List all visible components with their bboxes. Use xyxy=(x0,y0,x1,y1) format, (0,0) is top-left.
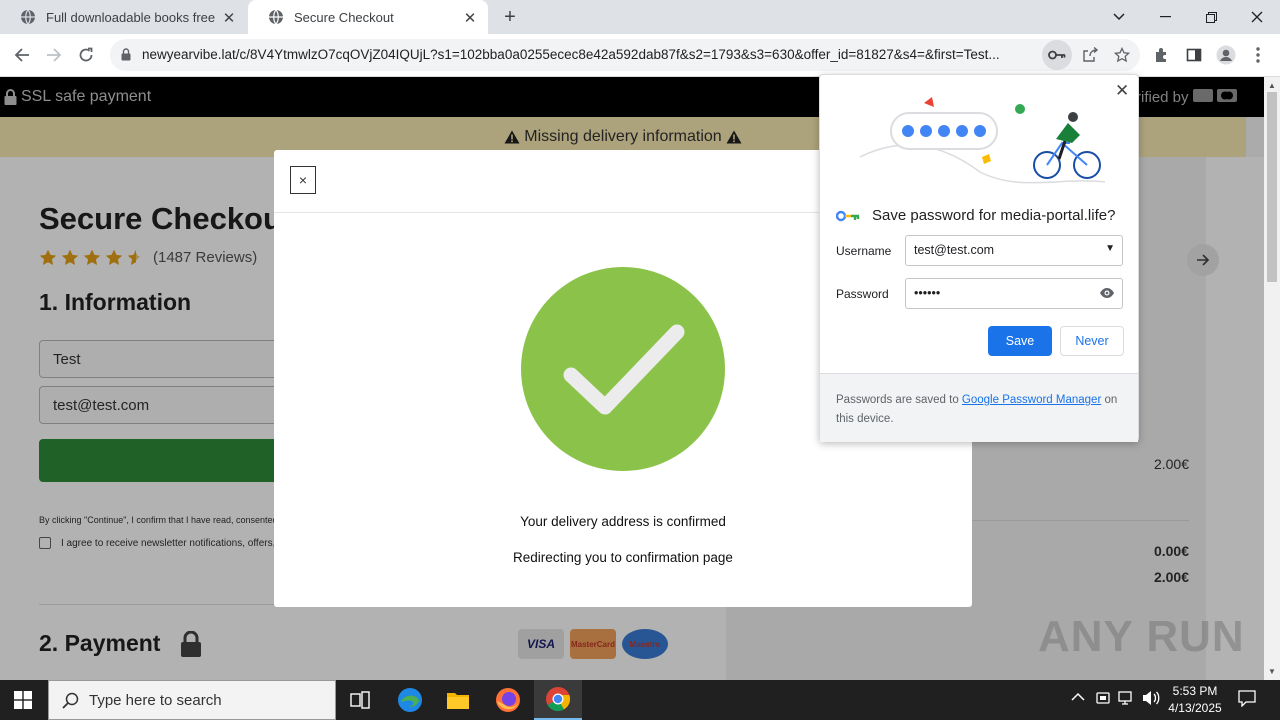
modal-close-button[interactable]: × xyxy=(290,166,316,194)
taskbar-clock[interactable]: 5:53 PM 4/13/2025 xyxy=(1160,683,1230,717)
anyrun-watermark: ANY RUN xyxy=(1038,612,1245,661)
tab-books[interactable]: Full downloadable books free A ✕ xyxy=(0,0,247,34)
scroll-down-arrow-icon[interactable]: ▼ xyxy=(1268,667,1276,676)
restore-icon[interactable] xyxy=(1188,0,1234,34)
search-placeholder: Type here to search xyxy=(89,691,222,709)
notifications-icon[interactable] xyxy=(1238,690,1256,710)
volume-icon[interactable] xyxy=(1142,690,1160,709)
reload-icon[interactable] xyxy=(75,44,97,66)
save-button[interactable]: Save xyxy=(988,326,1052,356)
clock-date: 4/13/2025 xyxy=(1168,701,1222,715)
search-icon xyxy=(62,692,79,709)
lock-icon[interactable] xyxy=(121,48,131,61)
minimize-icon[interactable] xyxy=(1142,0,1188,34)
tab-search-chevron-icon[interactable] xyxy=(1096,0,1142,34)
show-password-eye-icon[interactable] xyxy=(1099,286,1115,300)
globe-icon xyxy=(269,9,283,25)
scroll-up-arrow-icon[interactable]: ▲ xyxy=(1268,81,1276,90)
never-button[interactable]: Never xyxy=(1060,326,1124,356)
scrollbar-thumb[interactable] xyxy=(1267,92,1277,282)
bubble-title-row: Save password for media-portal.life? xyxy=(836,207,1115,224)
bubble-title: Save password for media-portal.life? xyxy=(872,207,1116,224)
delivery-confirmed-text: Your delivery address is confirmed xyxy=(520,514,726,529)
windows-taskbar: Type here to search 5:53 PM 4/13/2025 xyxy=(0,680,1280,720)
address-bar[interactable]: newyearvibe.lat/c/8V4YtmwlzO7cqOVjZ04IQU… xyxy=(110,39,1140,71)
page-scrollbar[interactable]: ▲ ▼ xyxy=(1264,77,1280,680)
taskbar-search-box[interactable]: Type here to search xyxy=(48,680,336,720)
url-text: newyearvibe.lat/c/8V4YtmwlzO7cqOVjZ04IQU… xyxy=(142,47,1000,62)
globe-icon xyxy=(21,9,35,25)
password-label: Password xyxy=(836,287,889,301)
firefox-icon[interactable] xyxy=(484,680,532,720)
username-label: Username xyxy=(836,244,892,258)
password-field[interactable]: •••••• xyxy=(905,278,1123,309)
bookmark-star-icon[interactable] xyxy=(1110,43,1134,67)
tray-overflow-chevron-icon[interactable] xyxy=(1071,690,1085,705)
side-panel-icon[interactable] xyxy=(1184,45,1204,65)
success-check-icon xyxy=(521,267,725,471)
tab-title: Full downloadable books free A xyxy=(46,9,216,25)
edge-browser-icon[interactable] xyxy=(386,680,434,720)
tab-title: Secure Checkout xyxy=(294,9,394,25)
tab-strip: Full downloadable books free A ✕ Secure … xyxy=(0,0,1280,34)
file-explorer-icon[interactable] xyxy=(434,680,482,720)
extensions-puzzle-icon[interactable] xyxy=(1152,45,1172,65)
password-manager-link[interactable]: Google Password Manager xyxy=(962,394,1101,406)
window-close-icon[interactable] xyxy=(1234,0,1280,34)
windows-start-icon[interactable] xyxy=(14,691,32,709)
task-view-icon[interactable] xyxy=(336,680,384,720)
forward-arrow-icon[interactable] xyxy=(43,44,65,66)
dropdown-arrow-icon[interactable]: ▼ xyxy=(1105,243,1115,254)
kebab-menu-icon[interactable] xyxy=(1248,45,1268,65)
clock-time: 5:53 PM xyxy=(1172,684,1218,698)
username-select[interactable]: test@test.com ▼ xyxy=(905,235,1123,266)
new-tab-button[interactable]: + xyxy=(500,6,520,29)
tab-secure-checkout[interactable]: Secure Checkout ✕ xyxy=(248,0,488,34)
key-icon[interactable] xyxy=(1042,40,1072,70)
back-arrow-icon[interactable] xyxy=(11,44,33,66)
password-key-icon xyxy=(836,210,860,221)
chrome-icon[interactable] xyxy=(534,680,582,720)
share-icon[interactable] xyxy=(1078,43,1102,67)
bubble-close-button[interactable]: ✕ xyxy=(1115,81,1129,101)
password-illustration-icon xyxy=(860,97,1105,184)
network-icon[interactable] xyxy=(1118,690,1136,709)
close-tab-icon[interactable]: ✕ xyxy=(221,9,237,27)
tray-device-icon[interactable] xyxy=(1095,690,1111,709)
redirecting-text: Redirecting you to confirmation page xyxy=(513,550,733,565)
bubble-footer: Passwords are saved to Google Password M… xyxy=(820,373,1138,442)
close-tab-icon[interactable]: ✕ xyxy=(462,9,478,27)
browser-toolbar: newyearvibe.lat/c/8V4YtmwlzO7cqOVjZ04IQU… xyxy=(0,34,1280,77)
profile-avatar-icon[interactable] xyxy=(1216,45,1236,65)
save-password-bubble: ✕ Save password for media-portal.life? U… xyxy=(819,74,1139,442)
